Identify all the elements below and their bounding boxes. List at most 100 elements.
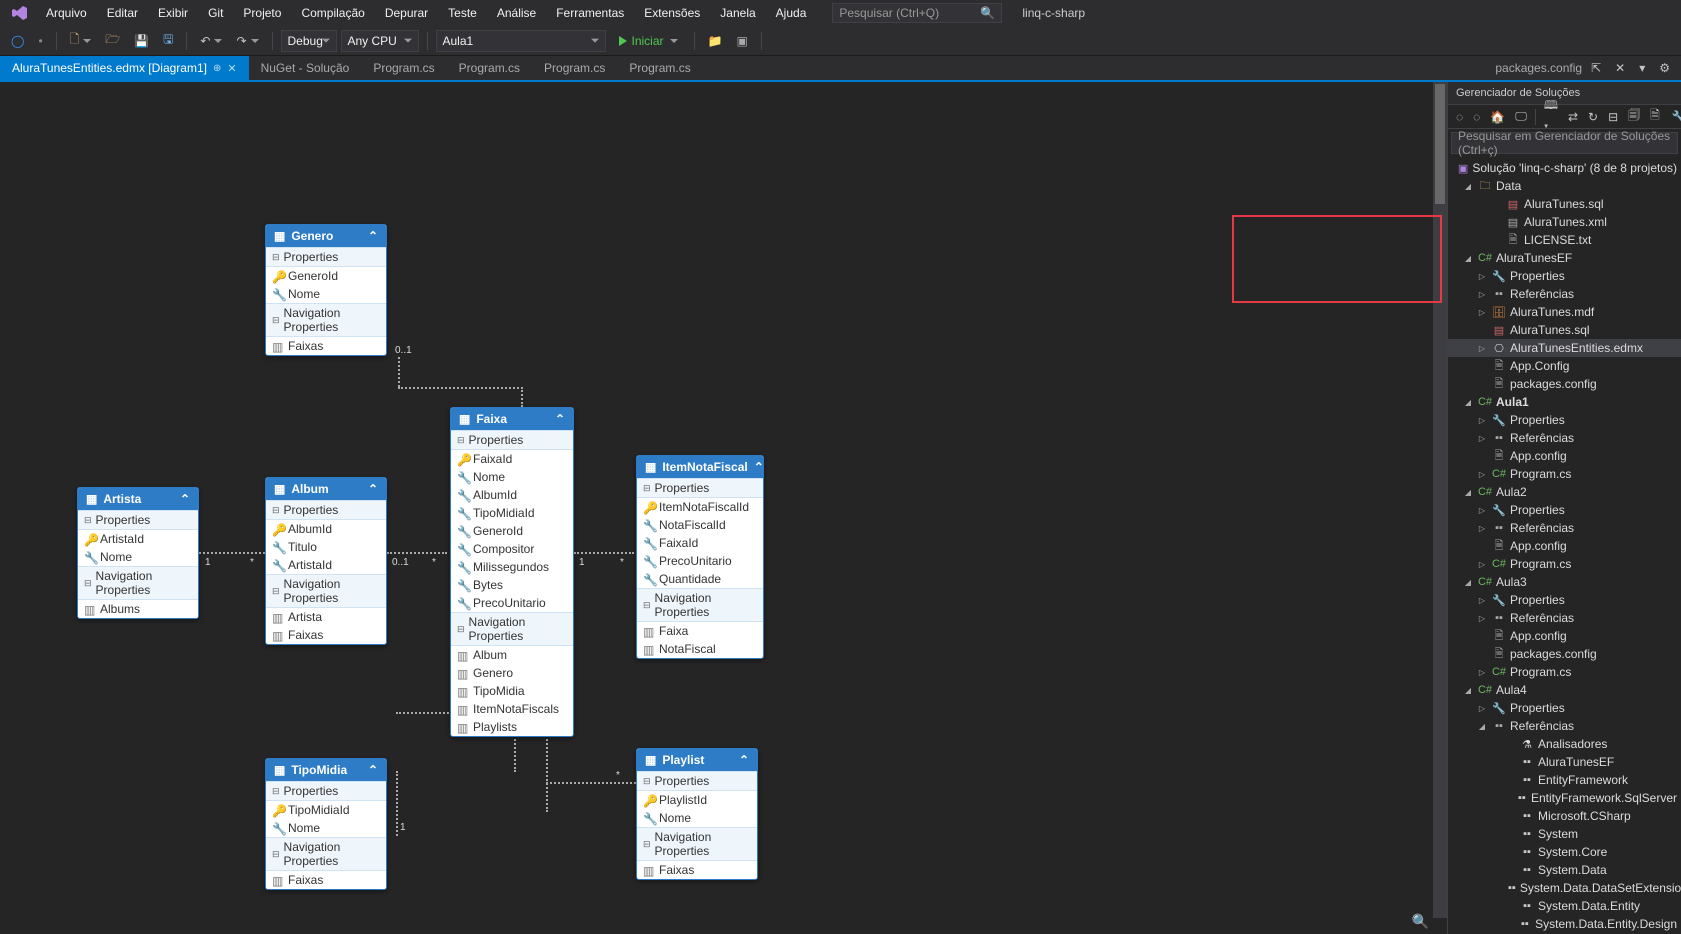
ref-systemdata-dse[interactable]: ▪▪System.Data.DataSetExtensions	[1448, 879, 1681, 897]
ref-systemdata-entity[interactable]: ▪▪System.Data.Entity	[1448, 897, 1681, 915]
aula2-appconfig[interactable]: 🗎App.config	[1448, 537, 1681, 555]
tab-program-1[interactable]: Program.cs	[361, 56, 446, 80]
startup-project-select[interactable]: Aula1	[436, 30, 606, 52]
tab-program-4[interactable]: Program.cs	[617, 56, 702, 80]
chevron-up-icon[interactable]: ⌃	[368, 763, 378, 777]
tab-edmx-diagram[interactable]: AluraTunesEntities.edmx [Diagram1] ⊕ ✕	[0, 56, 249, 80]
menu-janela[interactable]: Janela	[710, 2, 765, 24]
tab-close-all-icon[interactable]: ✕	[1610, 58, 1630, 78]
menu-ferramentas[interactable]: Ferramentas	[546, 2, 634, 24]
config-select[interactable]: Debug	[281, 30, 337, 52]
aula4-properties[interactable]: 🔧Properties	[1448, 699, 1681, 717]
aula1-references[interactable]: ▪▪Referências	[1448, 429, 1681, 447]
prop-generoid[interactable]: 🔑GeneroId	[266, 267, 386, 285]
entity-playlist[interactable]: ▦Playlist⌃ ⊟Properties 🔑PlaylistId 🔧Nome…	[636, 748, 758, 880]
close-icon[interactable]: ✕	[227, 62, 236, 75]
ef-packages[interactable]: 🗎packages.config	[1448, 375, 1681, 393]
menu-git[interactable]: Git	[198, 2, 233, 24]
ref-systemdata-entitydesign[interactable]: ▪▪System.Data.Entity.Design	[1448, 915, 1681, 933]
aula1-appconfig[interactable]: 🗎App.config	[1448, 447, 1681, 465]
menu-ajuda[interactable]: Ajuda	[766, 2, 817, 24]
new-project-button[interactable]: 🗋	[65, 27, 97, 54]
redo-button[interactable]: ↷	[231, 31, 263, 51]
chevron-up-icon[interactable]: ⌃	[180, 492, 190, 506]
prop-nome[interactable]: 🔧Nome	[78, 548, 198, 566]
nav-back-button[interactable]: ◯	[6, 31, 29, 51]
file-aluratunes-sql[interactable]: ▤AluraTunes.sql	[1448, 195, 1681, 213]
global-search-input[interactable]: Pesquisar (Ctrl+Q) 🔍	[832, 3, 1002, 23]
project-aula2[interactable]: C#Aula2	[1448, 483, 1681, 501]
solution-tree[interactable]: ▣Solução 'linq-c-sharp' (8 de 8 projetos…	[1448, 157, 1681, 934]
solution-node[interactable]: ▣Solução 'linq-c-sharp' (8 de 8 projetos…	[1448, 159, 1681, 177]
ef-mdf[interactable]: 🗄AluraTunes.mdf	[1448, 303, 1681, 321]
chevron-up-icon[interactable]: ⌃	[739, 753, 749, 767]
ef-edmx[interactable]: ⎔AluraTunesEntities.edmx	[1448, 339, 1681, 357]
sol-show-all-button[interactable]: 🗐	[1624, 104, 1644, 129]
menu-analise[interactable]: Análise	[487, 2, 546, 24]
solution-search-input[interactable]: Pesquisar em Gerenciador de Soluções (Ct…	[1451, 132, 1678, 154]
prop-nome[interactable]: 🔧Nome	[266, 285, 386, 303]
ref-systemdata[interactable]: ▪▪System.Data	[1448, 861, 1681, 879]
open-button[interactable]: 🗁	[100, 27, 125, 54]
ref-aluratunesef[interactable]: ▪▪AluraTunesEF	[1448, 753, 1681, 771]
aula3-appconfig[interactable]: 🗎App.config	[1448, 627, 1681, 645]
tab-program-2[interactable]: Program.cs	[447, 56, 532, 80]
entity-tipomidia[interactable]: ▦TipoMidia⌃ ⊟Properties 🔑TipoMidiaId 🔧No…	[265, 758, 387, 890]
aula2-program[interactable]: C#Program.cs	[1448, 555, 1681, 573]
menu-teste[interactable]: Teste	[438, 2, 487, 24]
entity-itemnotafiscal[interactable]: ▦ItemNotaFiscal⌃ ⊟Properties 🔑ItemNotaFi…	[636, 455, 764, 659]
sol-refresh-button[interactable]: ↻	[1584, 108, 1602, 126]
menu-compilacao[interactable]: Compilação	[291, 2, 374, 24]
aula3-properties[interactable]: 🔧Properties	[1448, 591, 1681, 609]
aula3-references[interactable]: ▪▪Referências	[1448, 609, 1681, 627]
nav-artista[interactable]: ▥Artista	[266, 608, 386, 626]
platform-select[interactable]: Any CPU	[341, 30, 419, 52]
file-aluratunes-xml[interactable]: ▤AluraTunes.xml	[1448, 213, 1681, 231]
entity-genero[interactable]: ▦Genero⌃ ⊟Properties 🔑GeneroId 🔧Nome ⊟Na…	[265, 224, 387, 356]
sol-properties-button[interactable]: 🗎	[1646, 104, 1664, 129]
entity-faixa[interactable]: ▦Faixa⌃ ⊟Properties 🔑FaixaId 🔧Nome 🔧Albu…	[450, 407, 574, 737]
nav-albums[interactable]: ▥Albums	[78, 600, 198, 618]
ref-analisadores[interactable]: ⚗Analisadores	[1448, 735, 1681, 753]
ef-references[interactable]: ▪▪Referências	[1448, 285, 1681, 303]
sol-back-button[interactable]: ◌	[1452, 108, 1467, 126]
chevron-up-icon[interactable]: ⌃	[368, 229, 378, 243]
start-debug-button[interactable]: Iniciar	[610, 31, 686, 51]
ef-sql[interactable]: ▤AluraTunes.sql	[1448, 321, 1681, 339]
aula2-references[interactable]: ▪▪Referências	[1448, 519, 1681, 537]
prop-albumid[interactable]: 🔑AlbumId	[266, 520, 386, 538]
aula1-properties[interactable]: 🔧Properties	[1448, 411, 1681, 429]
prop-artistaid[interactable]: 🔑ArtistaId	[78, 530, 198, 548]
chevron-up-icon[interactable]: ⌃	[368, 482, 378, 496]
toolbar-icon-1[interactable]: 📁	[703, 31, 728, 51]
menu-depurar[interactable]: Depurar	[375, 2, 438, 24]
edmx-diagram-canvas[interactable]: 0..1 1 * 0..1 * 1 * 1 * * ▦Genero⌃ ⊟Prop…	[0, 82, 1447, 934]
ref-ef-sqlserver[interactable]: ▪▪EntityFramework.SqlServer	[1448, 789, 1681, 807]
sol-home-button[interactable]: 🏠	[1486, 108, 1509, 126]
aula1-program[interactable]: C#Program.cs	[1448, 465, 1681, 483]
nav-faixas[interactable]: ▥Faixas	[266, 337, 386, 355]
folder-data[interactable]: 🗀Data	[1448, 177, 1681, 195]
chevron-up-icon[interactable]: ⌃	[754, 460, 764, 474]
entity-artista[interactable]: ▦Artista⌃ ⊟Properties 🔑ArtistaId 🔧Nome ⊟…	[77, 487, 199, 619]
prop-artistaid[interactable]: 🔧ArtistaId	[266, 556, 386, 574]
ref-ef[interactable]: ▪▪EntityFramework	[1448, 771, 1681, 789]
project-aula3[interactable]: C#Aula3	[1448, 573, 1681, 591]
tab-nuget[interactable]: NuGet - Solução	[249, 56, 362, 80]
aula3-packages[interactable]: 🗎packages.config	[1448, 645, 1681, 663]
aula3-program[interactable]: C#Program.cs	[1448, 663, 1681, 681]
save-all-button[interactable]: 🖫	[158, 27, 178, 54]
pin-icon[interactable]: ⊕	[213, 63, 221, 74]
aula2-properties[interactable]: 🔧Properties	[1448, 501, 1681, 519]
tab-program-3[interactable]: Program.cs	[532, 56, 617, 80]
menu-extensoes[interactable]: Extensões	[634, 2, 710, 24]
nav-faixas[interactable]: ▥Faixas	[266, 626, 386, 644]
entity-album[interactable]: ▦Album⌃ ⊟Properties 🔑AlbumId 🔧Titulo 🔧Ar…	[265, 477, 387, 645]
sol-switch-view-button[interactable]: 🖵	[1511, 107, 1531, 126]
sol-wrench-button[interactable]: 🔧	[1668, 108, 1681, 126]
save-button[interactable]: 💾	[129, 31, 154, 51]
ref-systemcore[interactable]: ▪▪System.Core	[1448, 843, 1681, 861]
sol-fwd-button[interactable]: ◌	[1469, 108, 1484, 126]
project-aula1[interactable]: C#Aula1	[1448, 393, 1681, 411]
tab-dropdown-icon[interactable]: ▾	[1634, 58, 1650, 78]
